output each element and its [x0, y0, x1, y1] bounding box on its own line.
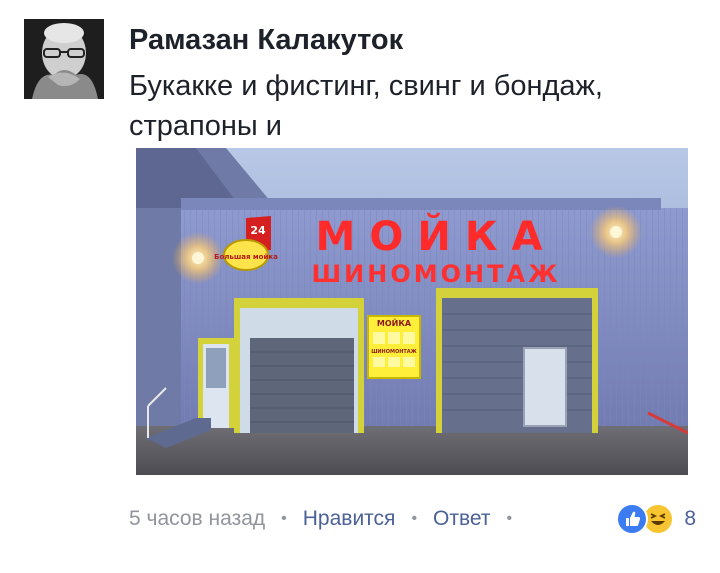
comment-photo[interactable]: МОЙКА ШИНОМОНТАЖ 24 Большая мойка МОЙКА … [136, 148, 688, 475]
reaction-count[interactable]: 8 [684, 507, 696, 531]
avatar[interactable] [24, 19, 104, 99]
comment-timestamp[interactable]: 5 часов назад [129, 507, 265, 531]
separator-dot: • [411, 510, 418, 527]
separator-dot: • [506, 510, 513, 527]
like-icon [616, 503, 649, 535]
comment-author[interactable]: Рамазан Калакуток [129, 24, 403, 57]
like-button[interactable]: Нравится [303, 507, 396, 531]
sign-sub: ШИНОМОНТАЖ [312, 260, 561, 288]
comment-footer: 5 часов назад • Нравится • Ответ • 8 [129, 502, 696, 536]
badge-text: Большая мойка [214, 253, 278, 261]
badge-number: 24 [250, 224, 266, 237]
separator-dot: • [281, 510, 287, 527]
sign-main: МОЙКА [316, 212, 557, 260]
panel-title: МОЙКА [377, 317, 412, 328]
reply-button[interactable]: Ответ [433, 507, 490, 531]
avatar-portrait [24, 19, 104, 99]
panel-sub: ШИНОМОНТАЖ [371, 349, 417, 355]
comment-text: Букакке и фистинг, свинг и бондаж, страп… [129, 70, 603, 142]
comment: Рамазан Калакуток Букакке и фистинг, сви… [0, 0, 720, 573]
reactions-summary[interactable]: 8 [616, 502, 696, 536]
carwash-photo-illustration: МОЙКА ШИНОМОНТАЖ 24 Большая мойка МОЙКА … [136, 148, 688, 475]
